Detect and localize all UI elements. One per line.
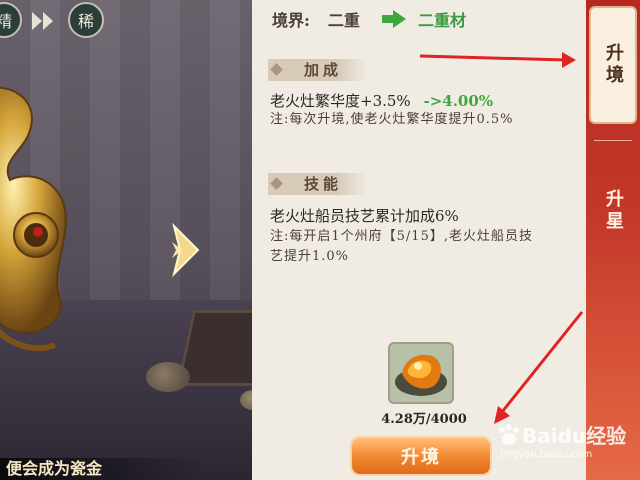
annotation-arrows — [419, 52, 584, 424]
baidu-paw-icon — [499, 423, 519, 445]
watermark-brand: Baidu经验 — [522, 424, 627, 448]
watermark: Baidu经验 jingyan.baidu.com — [496, 420, 636, 476]
annotation-arrow-button — [494, 311, 584, 424]
watermark-url: jingyan.baidu.com — [500, 449, 593, 460]
annotation-arrow-tab — [419, 52, 576, 68]
